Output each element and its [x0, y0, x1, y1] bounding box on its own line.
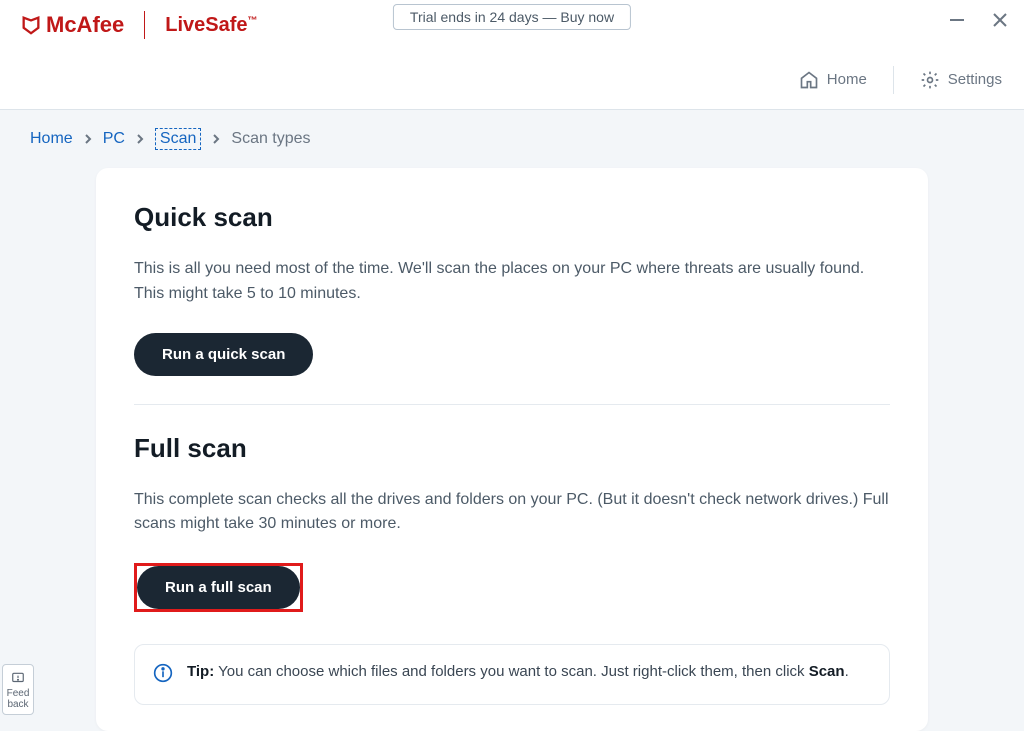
- full-scan-title: Full scan: [134, 433, 890, 464]
- run-quick-scan-button[interactable]: Run a quick scan: [134, 333, 313, 376]
- brand-divider: [144, 11, 145, 39]
- mcafee-shield-icon: [20, 14, 42, 36]
- breadcrumb-home[interactable]: Home: [30, 130, 73, 148]
- tip-after: .: [845, 663, 849, 680]
- home-nav-button[interactable]: Home: [799, 70, 867, 90]
- feedback-icon: [10, 671, 26, 685]
- chevron-right-icon: [135, 134, 145, 144]
- run-full-scan-button[interactable]: Run a full scan: [137, 566, 300, 609]
- brand-logo-group: McAfee LiveSafe™: [20, 11, 258, 39]
- toolbar-separator: [893, 66, 894, 94]
- breadcrumb: Home PC Scan Scan types: [0, 110, 1024, 168]
- home-nav-label: Home: [827, 71, 867, 88]
- tip-label: Tip:: [187, 663, 214, 680]
- settings-nav-button[interactable]: Settings: [920, 70, 1002, 90]
- tip-text: Tip: You can choose which files and fold…: [187, 661, 849, 688]
- quick-scan-description: This is all you need most of the time. W…: [134, 257, 890, 307]
- brand-name: McAfee: [46, 12, 124, 38]
- chevron-right-icon: [83, 134, 93, 144]
- breadcrumb-pc[interactable]: PC: [103, 130, 125, 148]
- titlebar: McAfee LiveSafe™ Trial ends in 24 days —…: [0, 0, 1024, 50]
- section-divider: [134, 404, 890, 405]
- full-scan-highlight: Run a full scan: [134, 563, 303, 612]
- mcafee-logo: McAfee: [20, 12, 124, 38]
- breadcrumb-scan-types: Scan types: [231, 130, 310, 148]
- quick-scan-title: Quick scan: [134, 202, 890, 233]
- tip-box: Tip: You can choose which files and fold…: [134, 644, 890, 705]
- feedback-label: Feed back: [5, 688, 31, 710]
- settings-nav-label: Settings: [948, 71, 1002, 88]
- feedback-tab[interactable]: Feed back: [2, 664, 34, 715]
- close-button[interactable]: [990, 10, 1010, 35]
- scan-types-card: Quick scan This is all you need most of …: [96, 168, 928, 731]
- info-icon: [153, 663, 173, 688]
- home-icon: [799, 70, 819, 90]
- minimize-button[interactable]: [948, 11, 966, 34]
- trial-status-badge[interactable]: Trial ends in 24 days — Buy now: [393, 4, 631, 30]
- gear-icon: [920, 70, 940, 90]
- window-controls: [948, 10, 1010, 35]
- breadcrumb-scan[interactable]: Scan: [155, 128, 201, 150]
- toolbar: Home Settings: [0, 50, 1024, 110]
- chevron-right-icon: [211, 134, 221, 144]
- product-name: LiveSafe™: [165, 14, 257, 37]
- full-scan-description: This complete scan checks all the drives…: [134, 488, 890, 538]
- tip-scan-word: Scan: [809, 663, 845, 680]
- tip-body: You can choose which files and folders y…: [214, 663, 808, 680]
